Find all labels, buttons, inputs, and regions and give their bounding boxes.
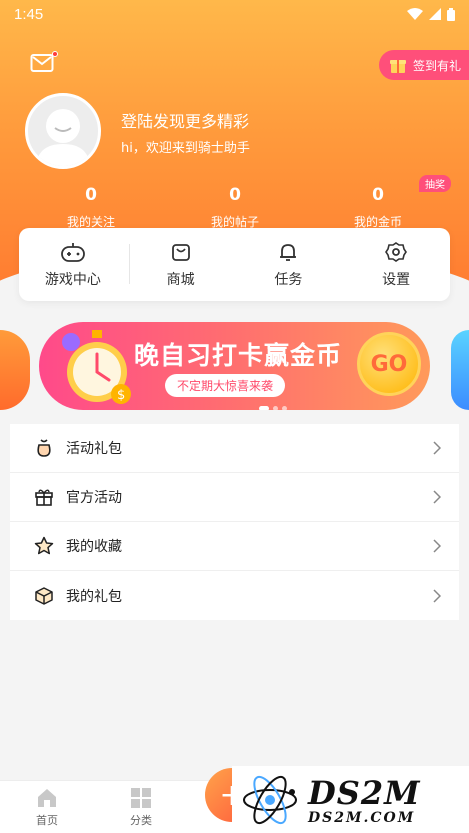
gamepad-icon [60, 242, 85, 262]
watermark-logo: DS2M DS2M.COM [232, 766, 469, 833]
grid-icon [131, 787, 151, 808]
gift-box-icon [34, 487, 54, 507]
carousel-dot [273, 406, 278, 410]
quick-action-tasks[interactable]: 任务 [235, 228, 343, 301]
banner-subtitle: 不定期大惊喜来袭 [165, 374, 286, 397]
mail-icon [30, 54, 54, 72]
checkin-label: 签到有礼 [412, 58, 461, 73]
quick-action-settings[interactable]: 设置 [342, 228, 450, 301]
nav-label: 分类 [130, 813, 152, 827]
chevron-right-icon [433, 490, 441, 504]
carousel-dot-active [259, 406, 269, 410]
status-time: 1:45 [14, 5, 44, 23]
star-icon [34, 536, 54, 556]
gear-icon [385, 241, 408, 262]
banner-title: 晚自习打卡赢金币 [134, 341, 343, 370]
stat-value: 0 [229, 185, 241, 205]
package-icon [34, 586, 54, 606]
quick-action-label: 设置 [382, 271, 411, 288]
banner-go-button[interactable]: GO [357, 332, 421, 396]
banner-carousel[interactable]: $ 晚自习打卡赢金币 不定期大惊喜来袭 GO [0, 318, 469, 418]
menu-item-label: 活动礼包 [66, 441, 122, 457]
checkin-button[interactable]: 签到有礼 [378, 50, 469, 80]
nav-label: 首页 [36, 813, 58, 827]
wifi-icon [407, 8, 423, 20]
quick-action-label: 任务 [274, 271, 303, 288]
default-avatar-icon [36, 109, 90, 166]
avatar[interactable] [25, 93, 101, 169]
quick-actions-card: 游戏中心 商城 任务 设置 [19, 228, 450, 301]
stat-value: 0 [85, 185, 97, 205]
banner-prev-peek[interactable] [0, 330, 30, 410]
battery-icon [447, 7, 455, 21]
message-button[interactable] [30, 51, 58, 75]
gift-bag-icon [34, 438, 54, 458]
nav-category[interactable]: 分类 [94, 781, 188, 833]
cellular-icon [429, 8, 441, 20]
menu-item-label: 我的礼包 [66, 588, 122, 605]
chevron-right-icon [433, 539, 441, 553]
menu-item-activity-gifts[interactable]: 活动礼包 [10, 424, 459, 473]
status-icons [407, 7, 455, 21]
welcome-text: hi，欢迎来到骑士助手 [121, 141, 250, 156]
nav-home[interactable]: 首页 [0, 781, 94, 833]
menu-item-my-packages[interactable]: 我的礼包 [10, 571, 459, 620]
chevron-right-icon [433, 441, 441, 455]
quick-action-game-center[interactable]: 游戏中心 [19, 228, 127, 301]
carousel-dot [282, 406, 287, 410]
menu-item-official-events[interactable]: 官方活动 [10, 473, 459, 522]
login-prompt[interactable]: 登陆发现更多精彩 [121, 108, 249, 132]
status-bar: 1:45 [0, 0, 469, 28]
stat-posts[interactable]: 0 我的帖子 [175, 185, 295, 230]
carousel-indicator [259, 406, 287, 410]
menu-item-label: 我的收藏 [66, 539, 122, 555]
stopwatch-icon: $ [62, 330, 131, 404]
quick-action-label: 商城 [166, 271, 195, 288]
shopping-bag-icon [171, 243, 190, 261]
lottery-badge[interactable]: 抽奖 [419, 175, 451, 192]
watermark-text: DS2M DS2M.COM [308, 774, 421, 826]
unread-dot [52, 51, 58, 57]
watermark-title: DS2M [308, 773, 421, 812]
watermark-url: DS2M.COM [308, 809, 416, 826]
menu-list: 活动礼包 官方活动 我的收藏 我的礼包 [10, 424, 459, 620]
svg-text:$: $ [117, 388, 125, 403]
menu-item-label: 官方活动 [66, 490, 122, 506]
stat-following[interactable]: 0 我的关注 [31, 185, 151, 230]
quick-action-label: 游戏中心 [44, 271, 101, 288]
menu-item-favorites[interactable]: 我的收藏 [10, 522, 459, 571]
banner-next-peek[interactable] [451, 330, 469, 410]
atom-logo-icon [243, 775, 297, 824]
banner-slide[interactable]: $ 晚自习打卡赢金币 不定期大惊喜来袭 GO [39, 322, 430, 410]
bell-icon [280, 243, 297, 261]
quick-action-store[interactable]: 商城 [127, 228, 235, 301]
chevron-right-icon [433, 588, 441, 603]
gift-icon [389, 60, 406, 73]
home-icon [38, 788, 56, 807]
